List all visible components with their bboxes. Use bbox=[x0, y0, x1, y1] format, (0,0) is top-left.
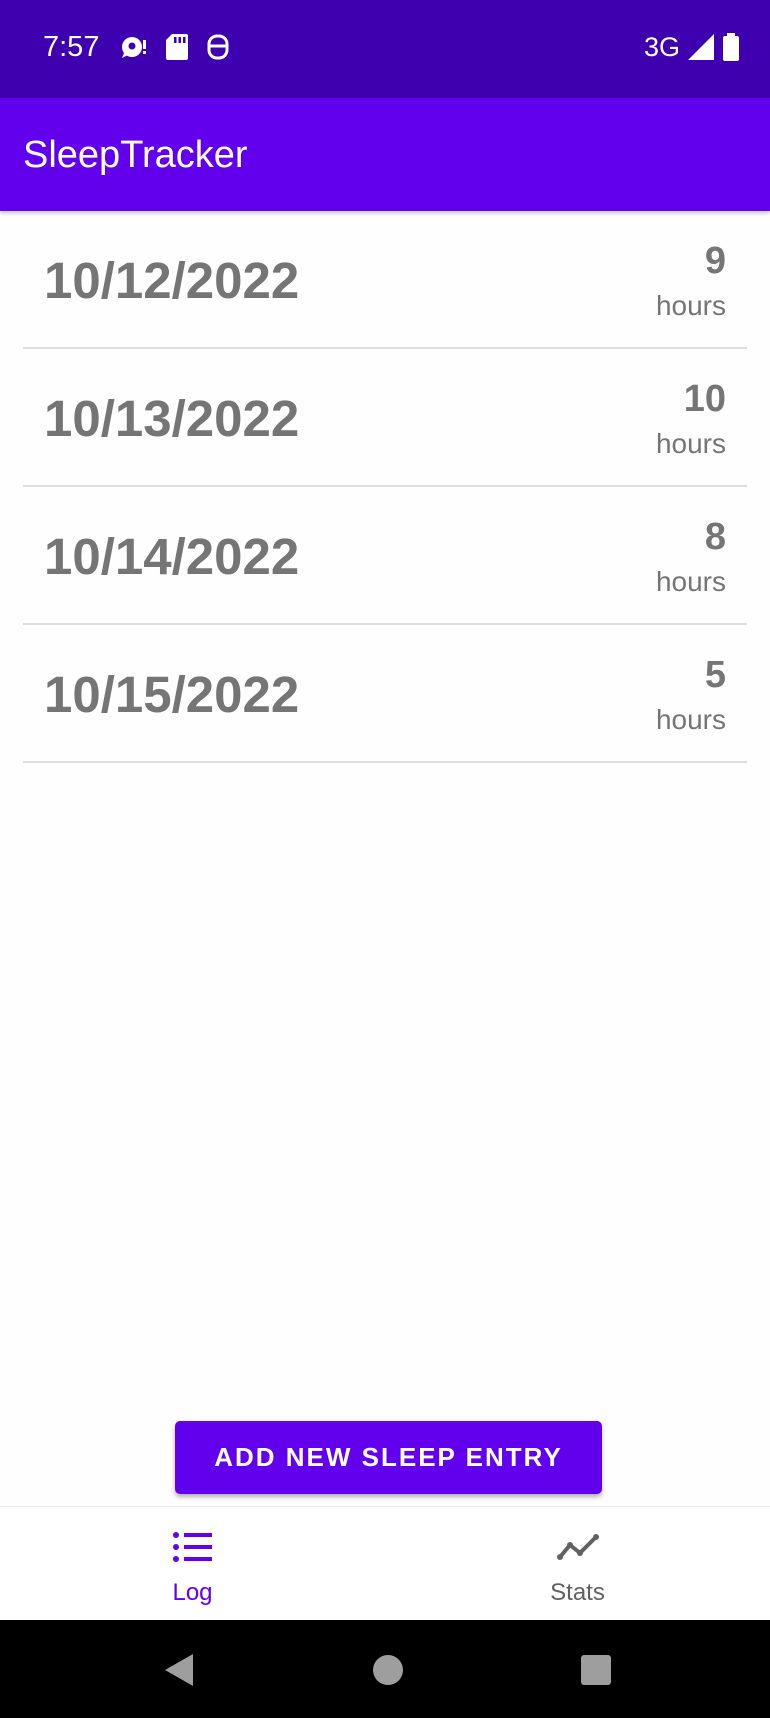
nav-tab-log[interactable]: Log bbox=[0, 1507, 385, 1621]
entry-date: 10/15/2022 bbox=[44, 666, 300, 723]
entry-hours: 5 bbox=[704, 654, 726, 696]
sleep-entry-row[interactable]: 10/13/2022 10 hours bbox=[23, 349, 747, 487]
recents-icon[interactable] bbox=[578, 1652, 614, 1688]
app-bar: SleepTracker bbox=[0, 98, 770, 211]
nav-label-stats: Stats bbox=[550, 1579, 605, 1606]
status-notification-icons bbox=[120, 32, 230, 62]
bottom-navigation: Log Stats bbox=[0, 1506, 770, 1621]
battery-icon bbox=[722, 33, 740, 61]
entry-hours: 9 bbox=[704, 240, 726, 282]
chat-bubble-icon bbox=[120, 35, 148, 59]
entry-hours: 8 bbox=[704, 516, 726, 558]
status-time: 7:57 bbox=[43, 31, 100, 63]
entry-hours-unit: hours bbox=[655, 566, 726, 597]
add-sleep-entry-button[interactable]: ADD NEW SLEEP ENTRY bbox=[175, 1421, 602, 1494]
nav-tab-stats[interactable]: Stats bbox=[385, 1507, 770, 1621]
system-navigation-bar bbox=[0, 1620, 770, 1718]
entry-date: 10/14/2022 bbox=[44, 528, 300, 585]
sleep-entry-row[interactable]: 10/12/2022 9 hours bbox=[23, 211, 747, 349]
nav-label-log: Log bbox=[172, 1579, 213, 1606]
back-icon[interactable] bbox=[161, 1652, 197, 1688]
list-icon bbox=[172, 1532, 212, 1562]
app-title: SleepTracker bbox=[23, 134, 248, 176]
entry-date: 10/13/2022 bbox=[44, 390, 300, 447]
sleep-entry-list: 10/12/2022 9 hours 10/13/2022 10 hours 1… bbox=[0, 211, 770, 763]
entry-hours-unit: hours bbox=[655, 704, 726, 735]
trend-icon bbox=[556, 1534, 599, 1560]
status-system-indicators: 3G bbox=[644, 30, 740, 64]
signal-icon bbox=[688, 34, 714, 60]
entry-date: 10/12/2022 bbox=[44, 252, 300, 309]
entry-hours-unit: hours bbox=[655, 428, 726, 459]
network-type-label: 3G bbox=[643, 32, 680, 62]
entry-hours: 10 bbox=[683, 378, 726, 420]
entry-hours-unit: hours bbox=[655, 290, 726, 321]
sleep-entry-row[interactable]: 10/14/2022 8 hours bbox=[23, 487, 747, 625]
lookout-icon bbox=[206, 34, 230, 60]
sd-card-icon bbox=[166, 34, 188, 60]
home-icon[interactable] bbox=[370, 1652, 406, 1688]
status-bar: 7:57 3G bbox=[0, 0, 770, 98]
sleep-entry-row[interactable]: 10/15/2022 5 hours bbox=[23, 625, 747, 763]
